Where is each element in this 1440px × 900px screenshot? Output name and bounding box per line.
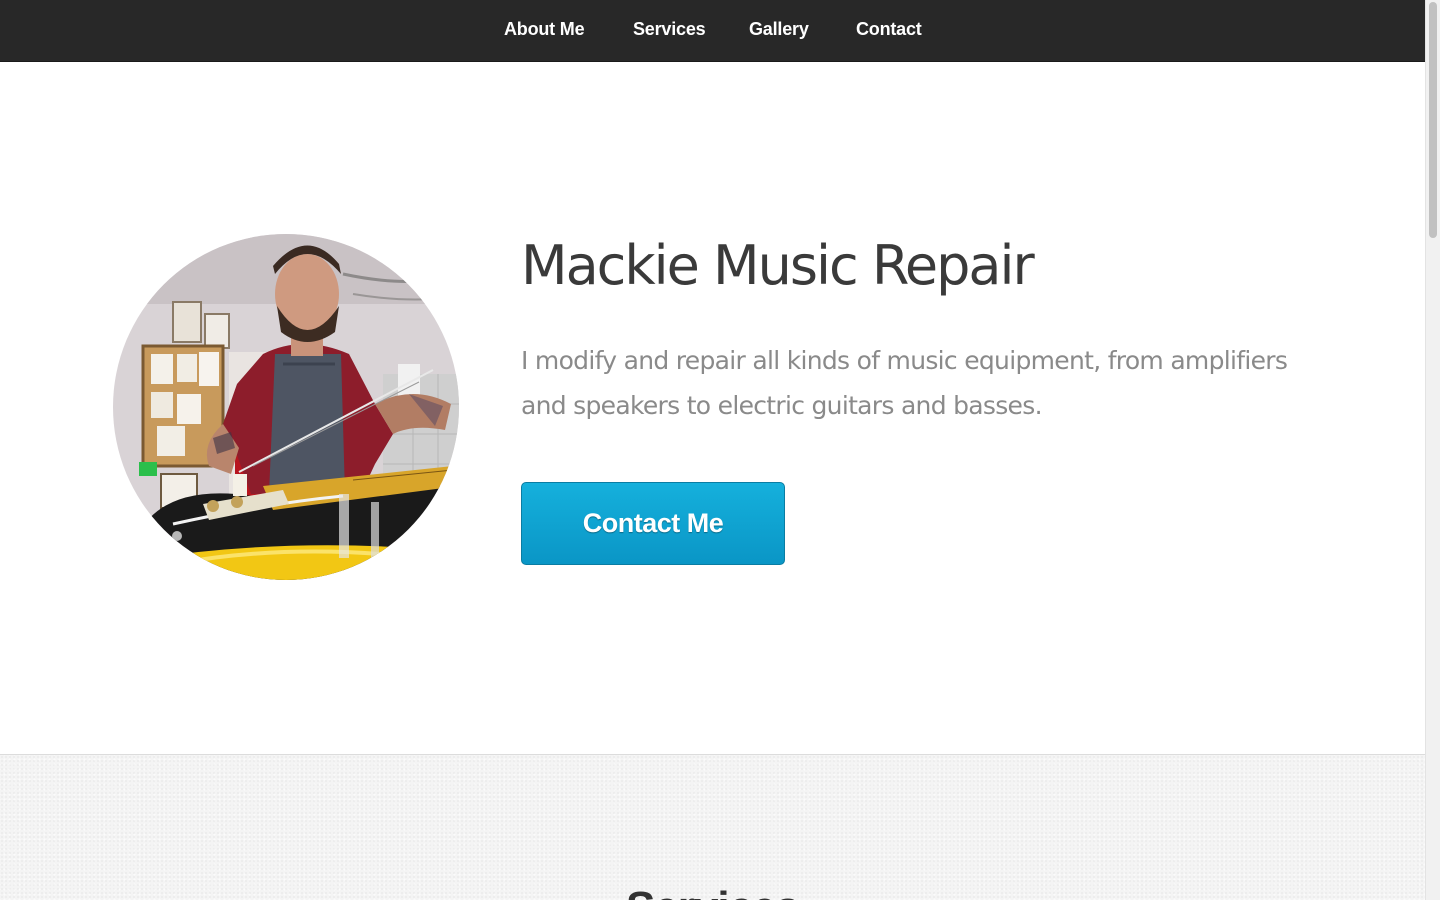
nav-link-gallery[interactable]: Gallery [749,19,809,40]
page: About Me Services Gallery Contact Mackie… [0,0,1425,900]
nav-link-contact[interactable]: Contact [856,19,922,40]
contact-me-button[interactable]: Contact Me [521,482,785,565]
nav-link-services[interactable]: Services [633,19,706,40]
hero-title: Mackie Music Repair [521,234,1035,297]
nav-list: About Me Services Gallery Contact [0,0,1425,61]
top-navigation: About Me Services Gallery Contact [0,0,1425,62]
portrait-photo-icon [113,234,459,580]
services-section: Services [0,754,1425,900]
nav-link-about-me[interactable]: About Me [504,19,585,40]
services-heading: Services [0,883,1425,900]
hero-section: Mackie Music Repair I modify and repair … [0,62,1425,754]
page-scrollbar[interactable] [1425,0,1440,900]
hero-description: I modify and repair all kinds of music e… [521,346,1288,420]
scrollbar-thumb[interactable] [1429,2,1437,238]
